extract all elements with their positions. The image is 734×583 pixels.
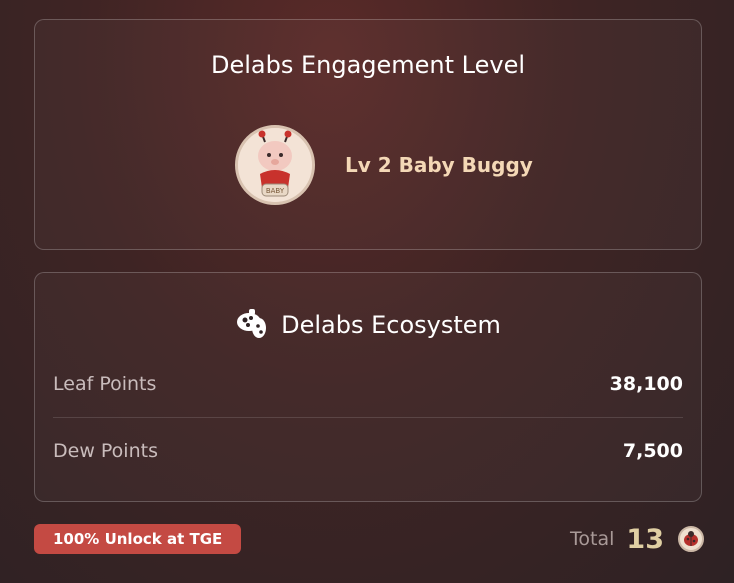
leaf-points-value: 38,100	[609, 373, 683, 395]
leaf-points-label: Leaf Points	[53, 373, 157, 395]
unlock-badge: 100% Unlock at TGE	[34, 524, 242, 554]
total-label: Total	[570, 528, 615, 550]
ecosystem-card: Delabs Ecosystem Leaf Points 38,100 Dew …	[34, 272, 702, 502]
baby-buggy-avatar-icon: BABY	[235, 125, 315, 205]
engagement-level-card: Delabs Engagement Level BABY Lv 2 Baby B…	[34, 19, 702, 250]
level-label: Lv 2 Baby Buggy	[345, 153, 533, 177]
total-summary: Total 13	[570, 520, 704, 558]
ecosystem-title: Delabs Ecosystem	[281, 311, 501, 339]
dew-points-value: 7,500	[622, 440, 683, 462]
ladybug-coin-icon	[678, 526, 704, 552]
total-value: 13	[626, 523, 664, 555]
dew-points-row: Dew Points 7,500	[53, 418, 683, 484]
ecosystem-title-row: Delabs Ecosystem	[35, 306, 701, 344]
dew-points-label: Dew Points	[53, 440, 158, 462]
svg-text:BABY: BABY	[266, 187, 285, 195]
leaf-points-row: Leaf Points 38,100	[53, 351, 683, 418]
engagement-level-title: Delabs Engagement Level	[210, 51, 526, 79]
delabs-logo-icon	[235, 306, 269, 344]
level-row: BABY Lv 2 Baby Buggy	[235, 123, 533, 207]
